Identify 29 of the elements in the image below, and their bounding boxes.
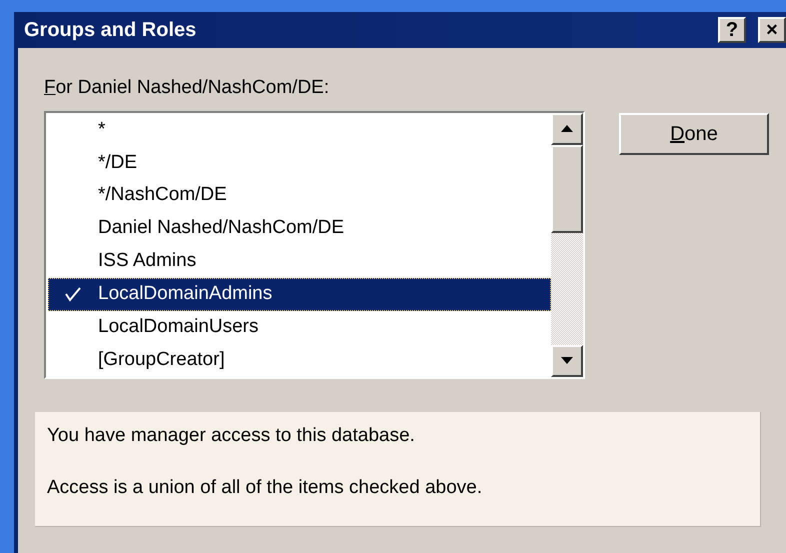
item-label: [GroupCreator] <box>98 348 225 372</box>
scroll-up-button[interactable] <box>551 112 583 144</box>
window-title: Groups and Roles <box>24 18 198 43</box>
info-text: Access is a union of all of the items checked above. <box>47 476 484 500</box>
group-list[interactable]: * */DE */NashCom/DE Daniel Nashed/NashCom/DE ISS Admins LocalDomainAdmins LocalDomainUsers [GroupCreator] <box>44 110 585 378</box>
item-label: Daniel Nashed/NashCom/DE <box>98 216 344 240</box>
list-item[interactable]: */DE <box>48 146 551 180</box>
item-label: */DE <box>98 150 138 175</box>
info-text: You have manager access to this database. <box>47 424 416 448</box>
scroll-thumb[interactable] <box>551 144 583 232</box>
list-item[interactable]: Daniel Nashed/NashCom/DE <box>48 212 551 245</box>
item-label: */NashCom/DE <box>98 183 227 208</box>
list-item[interactable]: [GroupCreator] <box>48 344 551 376</box>
done-button[interactable]: Done <box>619 112 769 154</box>
list-item[interactable]: * <box>48 114 551 146</box>
item-label: * <box>98 118 106 142</box>
close-button[interactable]: × <box>758 17 786 43</box>
item-label: LocalDomainUsers <box>98 314 259 339</box>
up-arrow-icon <box>561 125 573 132</box>
down-arrow-icon <box>561 357 573 364</box>
scroll-down-button[interactable] <box>551 344 583 376</box>
help-button[interactable]: ? <box>718 17 746 43</box>
item-label: ISS Admins <box>98 249 196 274</box>
list-label: For Daniel Nashed/NashCom/DE: <box>44 76 330 100</box>
list-item[interactable]: LocalDomainUsers <box>48 310 551 344</box>
list-item[interactable]: ISS Admins <box>48 245 551 278</box>
item-label: LocalDomainAdmins <box>98 282 272 306</box>
list-item[interactable]: LocalDomainAdmins <box>48 278 551 311</box>
list-item[interactable]: */NashCom/DE <box>48 179 551 212</box>
